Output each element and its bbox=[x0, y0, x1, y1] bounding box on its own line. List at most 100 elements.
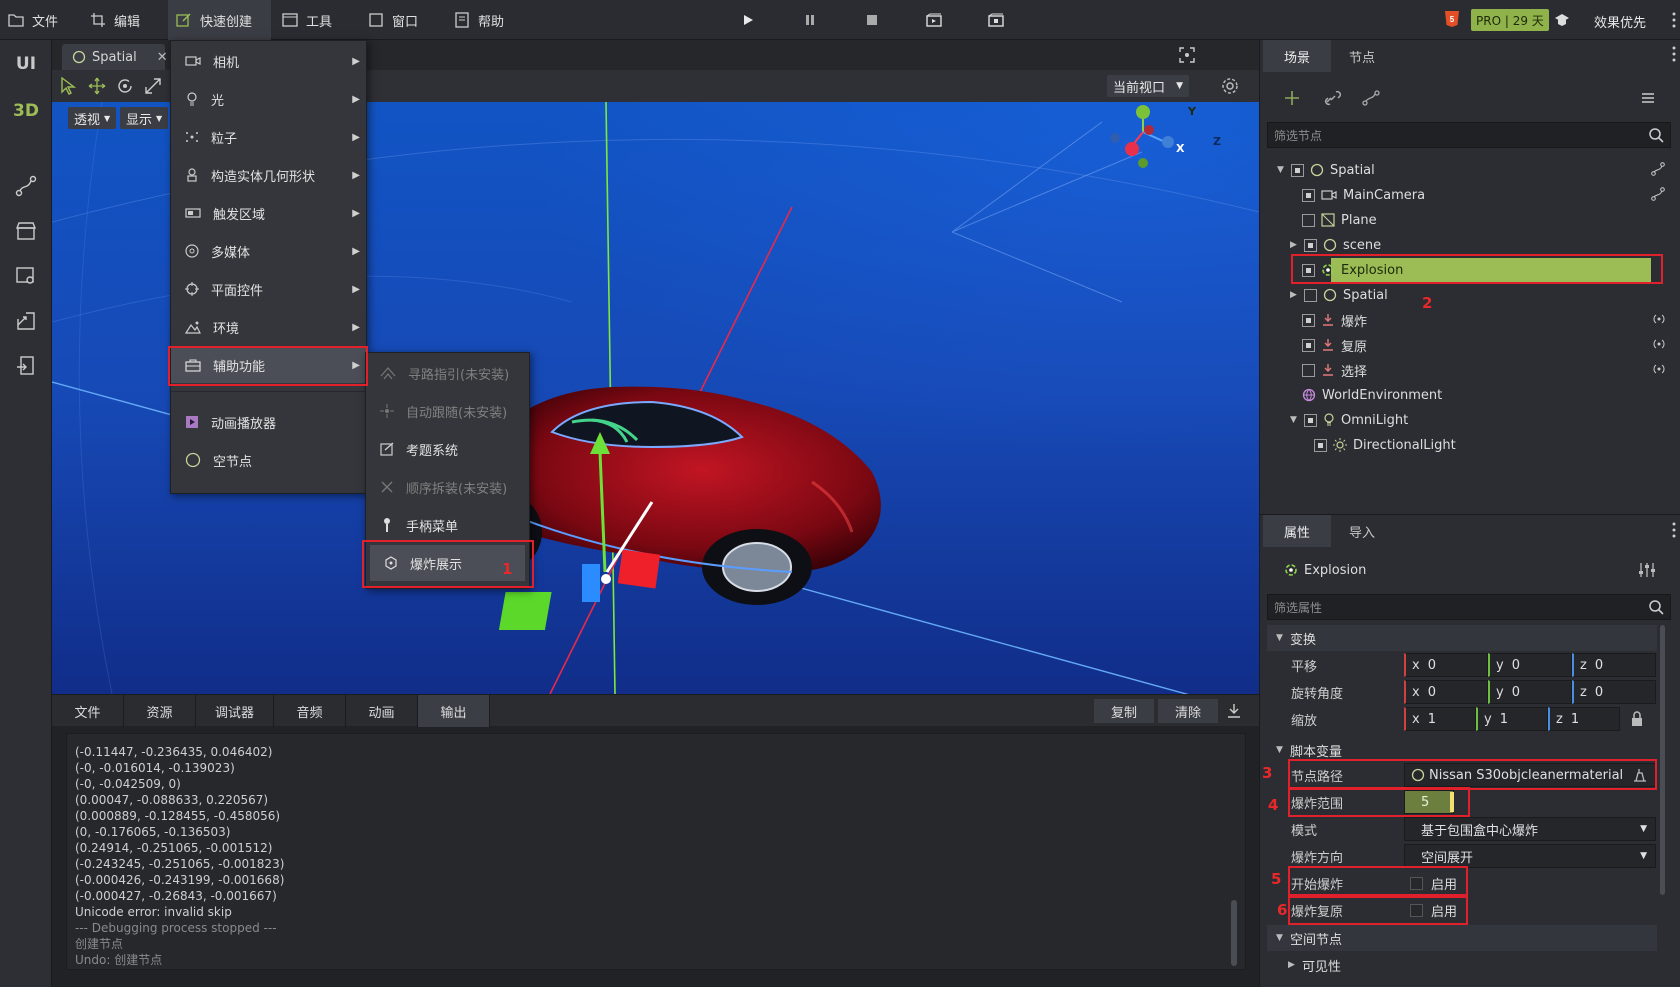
tab-node[interactable]: 节点 bbox=[1331, 40, 1393, 72]
restore-toggle[interactable]: 启用 bbox=[1410, 898, 1457, 922]
visibility-checkbox[interactable] bbox=[1304, 238, 1317, 252]
translate-z-field[interactable]: z0 bbox=[1572, 653, 1656, 677]
tree-node-select[interactable]: 选择 bbox=[1302, 358, 1367, 382]
fullscreen-icon[interactable] bbox=[1179, 47, 1195, 63]
path-tool-icon[interactable] bbox=[8, 168, 44, 204]
tree-node-scene[interactable]: ▶ scene bbox=[1290, 233, 1381, 257]
menu-edit[interactable]: 编辑 bbox=[82, 0, 148, 40]
start-explode-checkbox[interactable] bbox=[1410, 876, 1423, 890]
section-spatial-header[interactable]: ▼ 空间节点 bbox=[1276, 926, 1342, 950]
tab-debugger[interactable]: 调试器 bbox=[196, 695, 274, 727]
range-slider-handle[interactable] bbox=[1450, 792, 1454, 812]
view-mode-select[interactable]: 透视 ▼ bbox=[68, 107, 117, 129]
visibility-checkbox[interactable] bbox=[1302, 338, 1315, 352]
menu-item-trigger[interactable]: 触发区域 ▶ bbox=[171, 195, 368, 231]
more-icon[interactable] bbox=[1672, 44, 1676, 64]
section-transform[interactable] bbox=[1267, 625, 1657, 651]
tab-resources[interactable]: 资源 bbox=[124, 695, 196, 727]
node-filter-input[interactable]: 筛选节点 bbox=[1267, 122, 1671, 148]
add-node-icon[interactable] bbox=[1284, 90, 1300, 106]
mode-select[interactable]: 基于包围盒中心爆炸 ▼ bbox=[1404, 817, 1656, 841]
tree-node-restore[interactable]: 复原 bbox=[1302, 333, 1367, 357]
visibility-checkbox[interactable] bbox=[1302, 313, 1315, 327]
console-scrollbar[interactable] bbox=[1231, 900, 1237, 966]
menu-item-camera[interactable]: 相机 ▶ bbox=[171, 43, 368, 79]
menu-item-empty-node[interactable]: 空节点 bbox=[171, 442, 368, 478]
menu-item-control[interactable]: 平面控件 ▶ bbox=[171, 271, 368, 307]
tab-import[interactable]: 导入 bbox=[1331, 515, 1393, 547]
menu-quick-create[interactable]: 快速创建 bbox=[168, 0, 271, 40]
rotation-z-field[interactable]: z0 bbox=[1572, 680, 1656, 704]
visibility-checkbox[interactable] bbox=[1291, 163, 1304, 177]
scroll-lock-icon[interactable] bbox=[1226, 703, 1242, 719]
pro-badge[interactable]: PRO | 29 天 bbox=[1471, 9, 1549, 31]
visibility-checkbox[interactable] bbox=[1302, 263, 1315, 277]
range-field[interactable]: 5 bbox=[1404, 790, 1454, 814]
tab-scene[interactable]: 场景 bbox=[1263, 40, 1331, 72]
link-icon[interactable] bbox=[1324, 90, 1342, 106]
script-icon[interactable] bbox=[1651, 187, 1665, 201]
visibility-checkbox[interactable] bbox=[1304, 288, 1317, 302]
scale-x-field[interactable]: x1 bbox=[1404, 707, 1476, 731]
lock-icon[interactable] bbox=[1630, 711, 1644, 727]
camera-select[interactable]: 当前视口 ▼ bbox=[1107, 75, 1189, 97]
tune-icon[interactable] bbox=[1638, 562, 1656, 578]
graduation-cap-icon[interactable] bbox=[1551, 10, 1573, 30]
display-select[interactable]: 显示 ▼ bbox=[120, 107, 169, 129]
visibility-checkbox[interactable] bbox=[1302, 213, 1315, 227]
menu-item-particles[interactable]: 粒子 ▶ bbox=[171, 119, 368, 155]
stop-icon[interactable] bbox=[861, 10, 883, 30]
section-visibility-header[interactable]: ▶ 可见性 bbox=[1288, 953, 1341, 977]
start-explode-toggle[interactable]: 启用 bbox=[1410, 871, 1457, 895]
section-script-header[interactable]: ▼ 脚本变量 bbox=[1276, 738, 1342, 762]
tree-node-plane[interactable]: Plane bbox=[1302, 208, 1377, 232]
copy-button[interactable]: 复制 bbox=[1094, 699, 1154, 723]
pause-icon[interactable] bbox=[799, 10, 821, 30]
submenu-item-sequence-disassembly[interactable]: 顺序拆装(未安装) bbox=[366, 469, 531, 505]
tree-node-explosion[interactable]: Explosion bbox=[1302, 258, 1403, 282]
menu-item-csg[interactable]: 构造实体几何形状 ▶ bbox=[171, 157, 368, 193]
visibility-checkbox[interactable] bbox=[1314, 438, 1327, 452]
signal-icon[interactable] bbox=[1651, 312, 1667, 326]
visibility-checkbox[interactable] bbox=[1302, 188, 1315, 202]
more-icon[interactable] bbox=[1672, 10, 1676, 30]
html5-icon[interactable]: 5 bbox=[1441, 9, 1463, 29]
menu-tools[interactable]: 工具 bbox=[274, 0, 340, 40]
move-tool-icon[interactable] bbox=[88, 77, 106, 95]
submenu-item-pathfinding[interactable]: 寻路指引(未安装) bbox=[366, 355, 531, 391]
tab-audio[interactable]: 音频 bbox=[274, 695, 346, 727]
settings-panel-icon[interactable] bbox=[8, 258, 44, 294]
tree-node-spatial-root[interactable]: ▼ Spatial bbox=[1277, 158, 1375, 182]
close-icon[interactable]: ✕ bbox=[157, 50, 168, 65]
more-icon[interactable] bbox=[1672, 520, 1676, 540]
menu-help[interactable]: 帮助 bbox=[446, 0, 512, 40]
translate-y-field[interactable]: y0 bbox=[1488, 653, 1572, 677]
signal-icon[interactable] bbox=[1651, 337, 1667, 351]
script-icon[interactable] bbox=[1651, 162, 1665, 176]
tree-node-maincamera[interactable]: MainCamera bbox=[1302, 183, 1425, 207]
tree-node-omnilight[interactable]: ▼ OmniLight bbox=[1290, 408, 1408, 432]
scale-z-field[interactable]: z1 bbox=[1548, 707, 1620, 731]
tree-node-worldenvironment[interactable]: WorldEnvironment bbox=[1302, 383, 1442, 407]
scale-y-field[interactable]: y1 bbox=[1476, 707, 1548, 731]
quality-mode[interactable]: 效果优先 bbox=[1594, 12, 1646, 31]
script-tree-icon[interactable] bbox=[1362, 90, 1380, 106]
menu-window[interactable]: 窗口 bbox=[360, 0, 426, 40]
menu-item-media[interactable]: 多媒体 ▶ bbox=[171, 233, 368, 269]
three-d-mode-button[interactable]: 3D bbox=[8, 93, 44, 129]
tab-output[interactable]: 输出 bbox=[418, 695, 490, 727]
visibility-checkbox[interactable] bbox=[1302, 363, 1315, 377]
restore-checkbox[interactable] bbox=[1410, 903, 1423, 917]
play-scene-icon[interactable] bbox=[923, 10, 945, 30]
section-transform-header[interactable]: ▼ 变换 bbox=[1276, 626, 1316, 650]
play-custom-scene-icon[interactable] bbox=[985, 10, 1007, 30]
tab-properties[interactable]: 属性 bbox=[1263, 515, 1331, 547]
inspector-scrollbar[interactable] bbox=[1660, 625, 1665, 895]
clear-button[interactable]: 清除 bbox=[1158, 699, 1218, 723]
visibility-checkbox[interactable] bbox=[1304, 413, 1317, 427]
submenu-item-auto-follow[interactable]: 自动跟随(未安装) bbox=[366, 393, 531, 429]
output-console[interactable]: (-0.11447, -0.236435, 0.046402) (-0, -0.… bbox=[66, 733, 1246, 970]
ui-mode-button[interactable]: UI bbox=[8, 46, 44, 82]
property-filter-input[interactable]: 筛选属性 bbox=[1267, 594, 1671, 620]
gear-icon[interactable] bbox=[1221, 77, 1239, 95]
